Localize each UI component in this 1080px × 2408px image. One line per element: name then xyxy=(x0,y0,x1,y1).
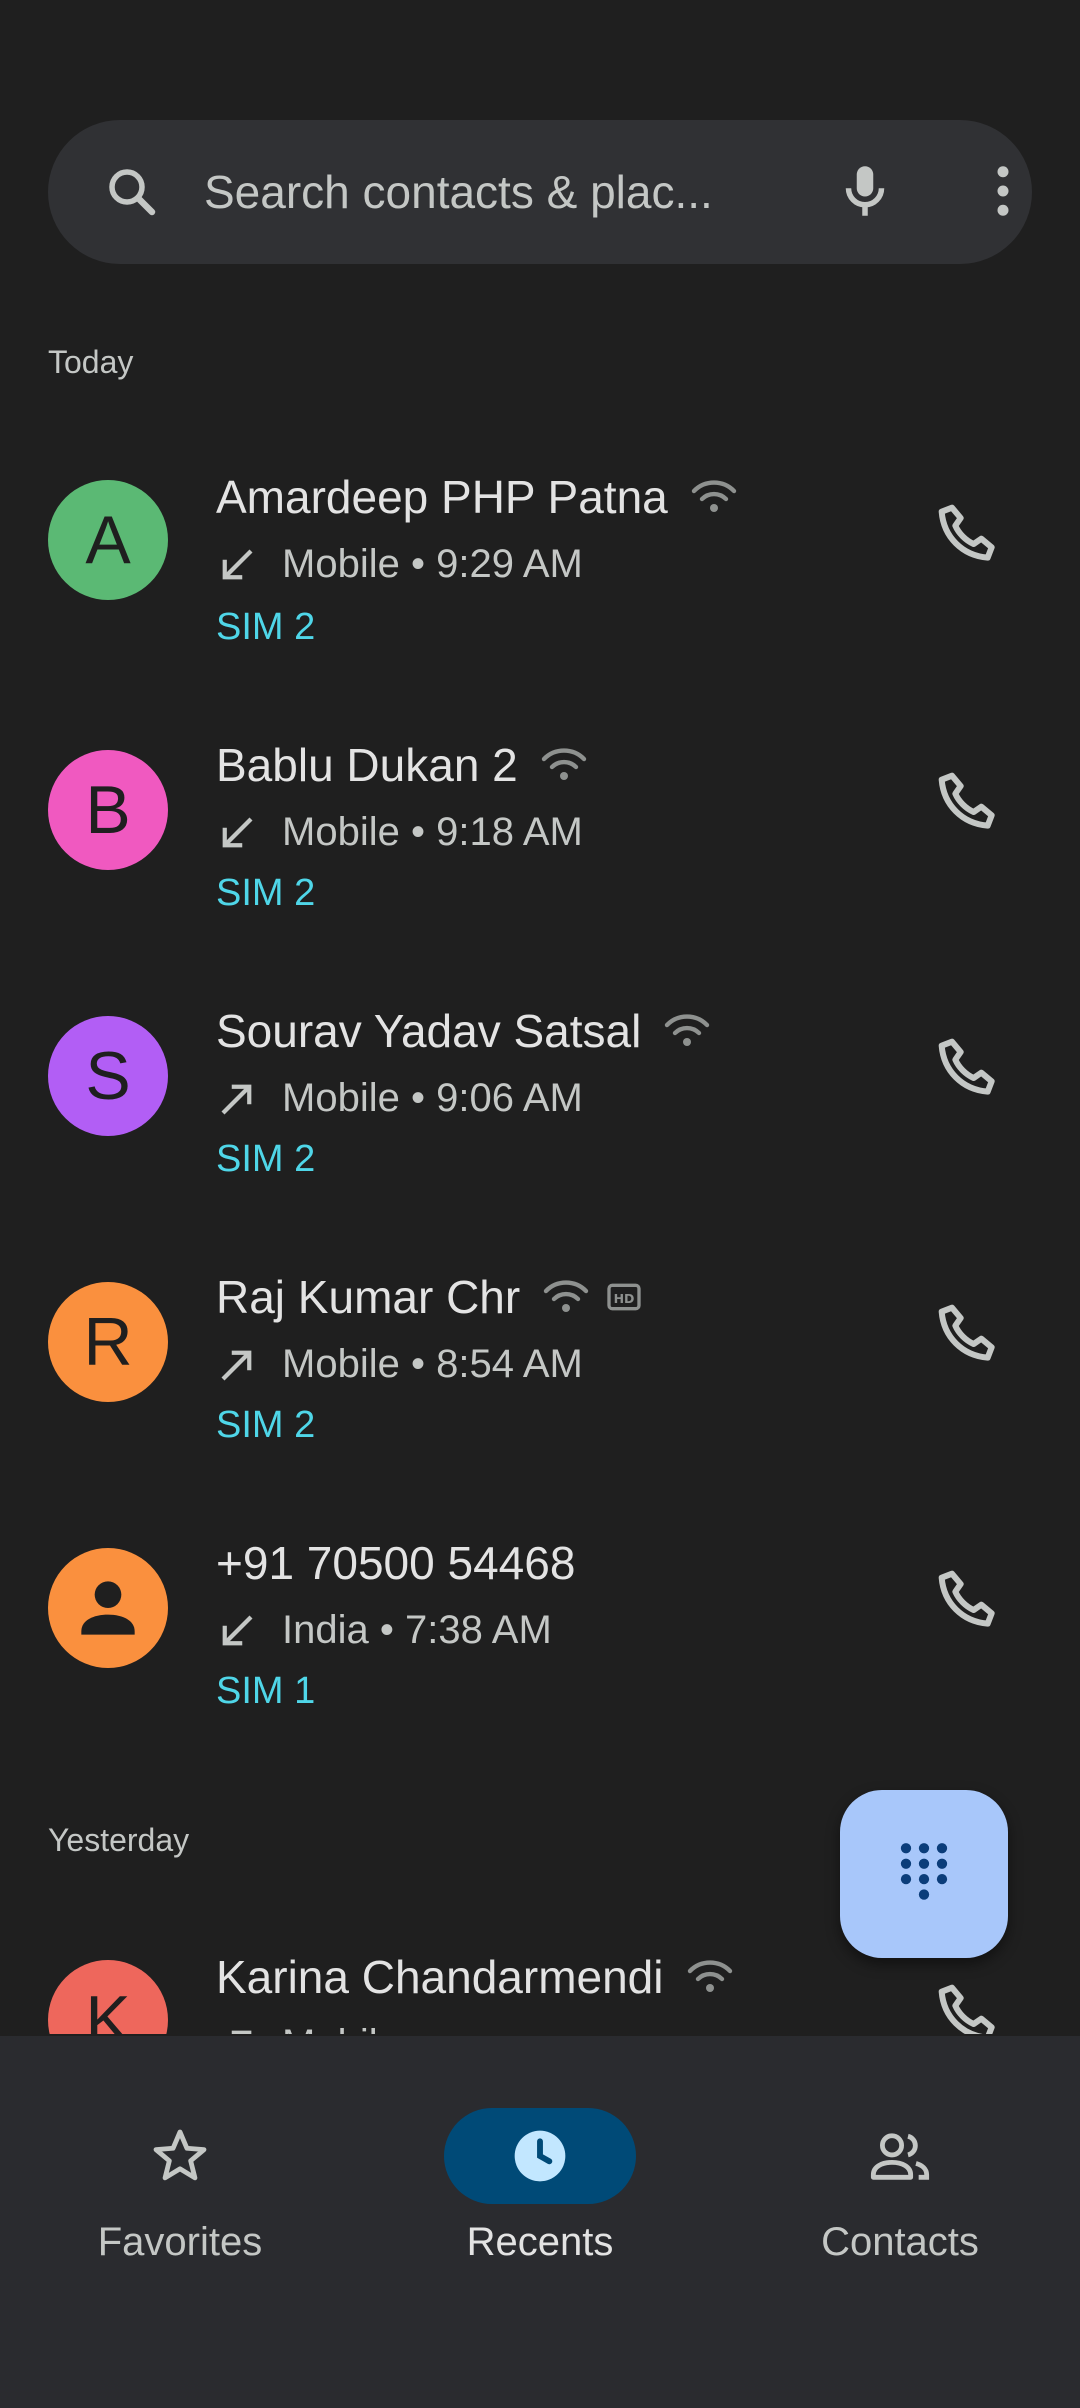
contact-name: +91 70500 54468 xyxy=(216,1537,576,1589)
more-vert-icon[interactable] xyxy=(970,158,1036,224)
search-input[interactable]: Search contacts & plac... xyxy=(204,120,784,264)
incoming-call-arrow-icon xyxy=(222,549,253,579)
call-log-row[interactable]: B Bablu Dukan 2 Mobile • 9:18 AM SIM 2 xyxy=(0,706,1080,972)
dialpad-button[interactable] xyxy=(840,1790,1008,1958)
search-bar[interactable]: Search contacts & plac... xyxy=(48,120,1032,264)
person-icon xyxy=(81,1581,135,1635)
call-log-row[interactable]: +91 70500 54468 India • 7:38 AM SIM 1 xyxy=(0,1504,1080,1770)
nav-recents[interactable]: Recents xyxy=(360,2072,720,2264)
star-icon xyxy=(153,2129,207,2181)
dialpad-icon xyxy=(900,1843,948,1900)
phone-icon[interactable] xyxy=(930,1976,1010,2034)
clock-icon xyxy=(514,2130,566,2182)
nav-favorites-label: Favorites xyxy=(97,2220,263,2264)
sim-label: SIM 1 xyxy=(216,1670,316,1712)
avatar: K xyxy=(48,1960,168,2034)
avatar: B xyxy=(48,750,168,870)
call-log-row[interactable]: R Raj Kumar Chr HD Mobile • 8:54 AM SIM … xyxy=(0,1238,1080,1504)
outgoing-call-arrow-icon xyxy=(221,1084,252,1114)
nav-recents-label: Recents xyxy=(466,2220,614,2264)
contact-name: Amardeep PHP Patna xyxy=(216,470,738,524)
mic-icon[interactable] xyxy=(832,158,898,224)
phone-icon[interactable] xyxy=(930,764,1010,844)
wifi-calling-icon xyxy=(544,1280,589,1312)
people-icon xyxy=(870,2133,930,2180)
call-meta: Mobile • 9:18 AM xyxy=(216,810,583,855)
contact-name: Karina Chandarmendi xyxy=(216,1950,734,2004)
phone-icon[interactable] xyxy=(930,1296,1010,1376)
hd-voice-icon: HD xyxy=(607,1283,641,1311)
nav-contacts[interactable]: Contacts xyxy=(720,2072,1080,2264)
sim-label: SIM 2 xyxy=(216,606,316,648)
phone-icon[interactable] xyxy=(930,1562,1010,1642)
wifi-calling-icon xyxy=(691,480,736,512)
wifi-calling-icon xyxy=(665,1014,710,1046)
call-meta: India • 7:38 AM xyxy=(216,1608,552,1653)
nav-contacts-label: Contacts xyxy=(821,2220,979,2264)
avatar: R xyxy=(48,1282,168,1402)
svg-text:HD: HD xyxy=(614,1291,635,1306)
call-log-row[interactable]: A Amardeep PHP Patna Mobile • 9:29 AM SI… xyxy=(0,440,1080,706)
incoming-call-arrow-icon xyxy=(222,1615,253,1645)
section-header-yesterday: Yesterday xyxy=(48,1822,190,1858)
avatar xyxy=(48,1548,168,1668)
call-meta: Mobile xyxy=(216,2022,400,2034)
outgoing-call-arrow-icon xyxy=(231,2030,252,2034)
nav-favorites-indicator xyxy=(84,2108,276,2204)
avatar: S xyxy=(48,1016,168,1136)
call-meta: Mobile • 9:29 AM xyxy=(216,542,583,587)
avatar: A xyxy=(48,480,168,600)
sim-label: SIM 2 xyxy=(216,1404,316,1446)
nav-recents-indicator xyxy=(444,2108,636,2204)
incoming-call-arrow-icon xyxy=(222,817,253,847)
phone-icon[interactable] xyxy=(930,1030,1010,1110)
nav-contacts-indicator xyxy=(804,2108,996,2204)
wifi-calling-icon xyxy=(687,1960,732,1992)
contact-name: Sourav Yadav Satsal xyxy=(216,1004,711,1058)
call-meta: Mobile • 9:06 AM xyxy=(216,1076,583,1121)
section-header-today: Today xyxy=(48,344,134,380)
phone-icon[interactable] xyxy=(930,496,1010,576)
call-meta: Mobile • 8:54 AM xyxy=(216,1342,583,1387)
search-icon xyxy=(109,169,156,216)
contact-name: Raj Kumar Chr HD xyxy=(216,1270,644,1324)
outgoing-call-arrow-icon xyxy=(221,1350,252,1380)
contact-name: Bablu Dukan 2 xyxy=(216,738,588,792)
wifi-calling-icon xyxy=(541,748,586,780)
bottom-navigation: Favorites Recents Contacts xyxy=(0,2036,1080,2408)
sim-label: SIM 2 xyxy=(216,1138,316,1180)
nav-favorites[interactable]: Favorites xyxy=(0,2072,360,2264)
sim-label: SIM 2 xyxy=(216,872,316,914)
call-log-row[interactable]: S Sourav Yadav Satsal Mobile • 9:06 AM S… xyxy=(0,972,1080,1238)
